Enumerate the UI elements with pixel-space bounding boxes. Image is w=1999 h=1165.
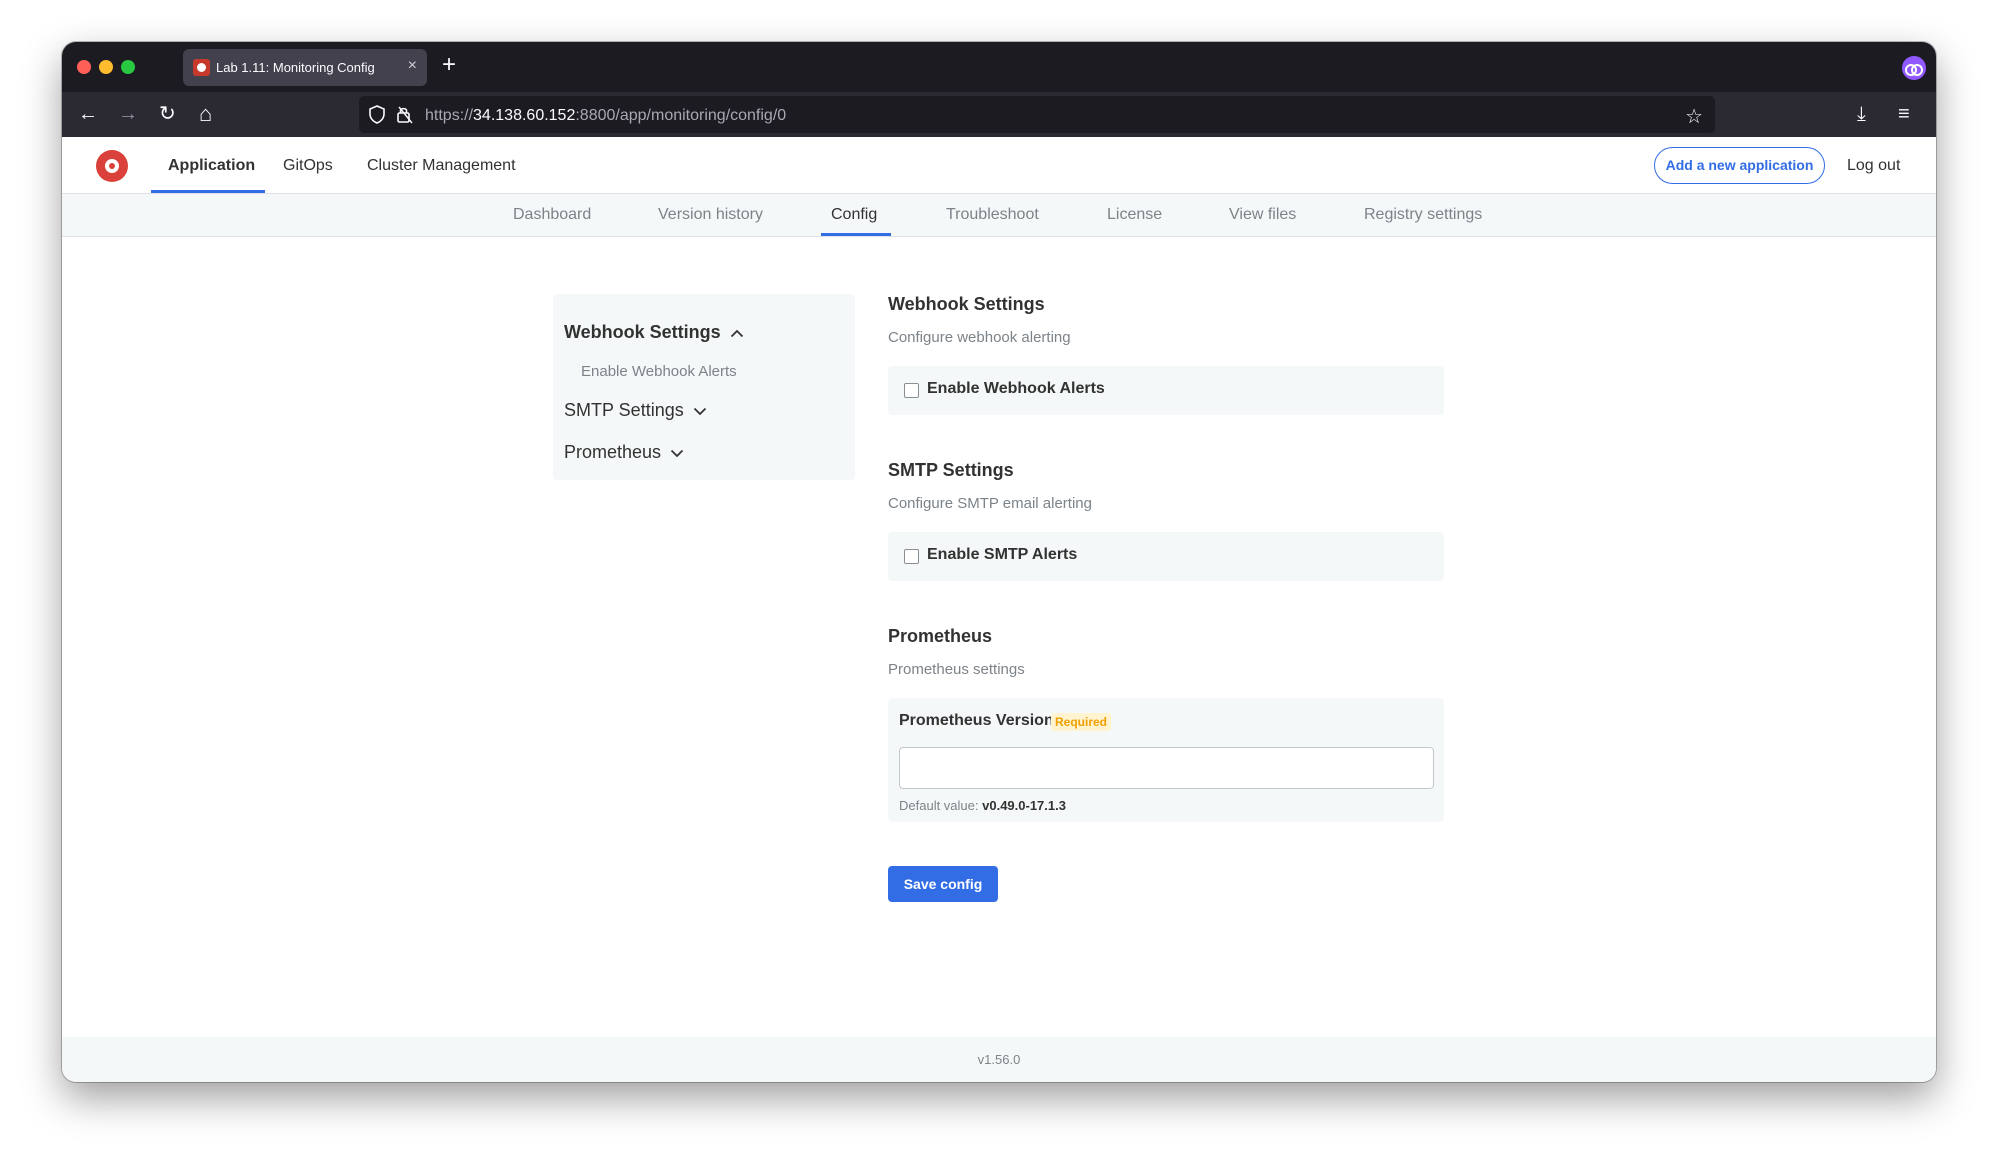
tab-strip: Lab 1.11: Monitoring Config × + [62, 42, 1936, 92]
tab-version-history[interactable]: Version history [658, 206, 763, 224]
app-menu-icon[interactable]: ≡ [1898, 102, 1910, 126]
browser-tab[interactable]: Lab 1.11: Monitoring Config × [183, 49, 427, 86]
bookmark-star-icon[interactable]: ☆ [1685, 104, 1703, 129]
forward-icon[interactable]: → [118, 102, 138, 126]
active-nav-indicator [151, 190, 265, 193]
sub-navigation: Dashboard Version history Config Trouble… [62, 194, 1936, 237]
prometheus-version-label: Prometheus Version [899, 712, 1054, 729]
prometheus-section-title: Prometheus [888, 626, 993, 646]
browser-toolbar: ← → ↻ ⌂ https://34.138.60.152:8800/app/m… [62, 92, 1936, 137]
tracking-shield-icon[interactable] [369, 105, 385, 124]
version-label: v1.56.0 [977, 1052, 1021, 1067]
new-tab-button[interactable]: + [442, 52, 456, 78]
nav-gitops[interactable]: GitOps [283, 157, 333, 175]
prometheus-version-input[interactable] [899, 747, 1434, 789]
smtp-section-description: Configure SMTP email alerting [888, 495, 1092, 512]
chevron-down-icon [693, 407, 706, 416]
nav-cluster-management[interactable]: Cluster Management [367, 157, 516, 175]
required-badge: Required [1051, 713, 1112, 731]
enable-smtp-alerts-checkbox[interactable] [904, 549, 919, 564]
app-favicon-icon [193, 59, 210, 76]
prometheus-section-description: Prometheus settings [888, 661, 1025, 678]
tab-dashboard[interactable]: Dashboard [513, 206, 591, 224]
maximize-window-button[interactable] [121, 60, 135, 74]
config-group-nav: Webhook Settings Enable Webhook Alerts S… [553, 294, 855, 480]
tab-title: Lab 1.11: Monitoring Config [216, 60, 375, 75]
default-value-hint: Default value: v0.49.0-17.1.3 [899, 798, 1066, 813]
add-new-application-button[interactable]: Add a new application [1654, 147, 1825, 184]
active-tab-indicator [821, 233, 891, 236]
logout-link[interactable]: Log out [1847, 157, 1900, 175]
home-icon[interactable]: ⌂ [199, 102, 212, 126]
reload-icon[interactable]: ↻ [159, 102, 176, 126]
minimize-window-button[interactable] [99, 60, 113, 74]
nav-group-webhook-settings[interactable]: Webhook Settings [564, 322, 744, 343]
webhook-section-description: Configure webhook alerting [888, 329, 1071, 346]
close-tab-icon[interactable]: × [408, 57, 417, 75]
address-bar[interactable]: https://34.138.60.152:8800/app/monitorin… [359, 96, 1715, 133]
lock-icon[interactable] [396, 105, 414, 124]
smtp-alerts-field: Enable SMTP Alerts [888, 532, 1444, 581]
prometheus-version-field: Prometheus Version Required Default valu… [888, 698, 1444, 822]
enable-webhook-alerts-checkbox[interactable] [904, 383, 919, 398]
chevron-down-icon [670, 449, 684, 458]
nav-group-prometheus[interactable]: Prometheus [564, 442, 684, 463]
tab-troubleshoot[interactable]: Troubleshoot [946, 206, 1039, 224]
smtp-section-title: SMTP Settings [888, 460, 1014, 480]
nav-application[interactable]: Application [168, 157, 255, 175]
enable-smtp-alerts-label[interactable]: Enable SMTP Alerts [927, 546, 1077, 564]
nav-group-smtp-settings[interactable]: SMTP Settings [564, 400, 707, 421]
chevron-up-icon [730, 329, 743, 337]
nav-item-enable-webhook-alerts[interactable]: Enable Webhook Alerts [581, 363, 737, 380]
enable-webhook-alerts-label[interactable]: Enable Webhook Alerts [927, 380, 1105, 398]
tab-config[interactable]: Config [831, 206, 877, 224]
app-header: Application GitOps Cluster Management Ad… [62, 137, 1936, 194]
close-window-button[interactable] [77, 60, 91, 74]
tab-license[interactable]: License [1107, 206, 1162, 224]
tab-view-files[interactable]: View files [1229, 206, 1296, 224]
browser-window: Lab 1.11: Monitoring Config × + ← → ↻ ⌂ … [62, 42, 1936, 1082]
back-icon[interactable]: ← [78, 102, 98, 126]
webhook-section-title: Webhook Settings [888, 294, 1045, 314]
webhook-alerts-field: Enable Webhook Alerts [888, 366, 1444, 415]
tab-registry-settings[interactable]: Registry settings [1364, 206, 1482, 224]
footer: v1.56.0 [62, 1037, 1936, 1082]
save-config-button[interactable]: Save config [888, 866, 998, 902]
app-logo[interactable] [96, 150, 128, 182]
download-icon[interactable]: ⤓ [1857, 102, 1866, 126]
private-browsing-icon[interactable] [1902, 56, 1926, 80]
url-text: https://34.138.60.152:8800/app/monitorin… [425, 107, 787, 124]
